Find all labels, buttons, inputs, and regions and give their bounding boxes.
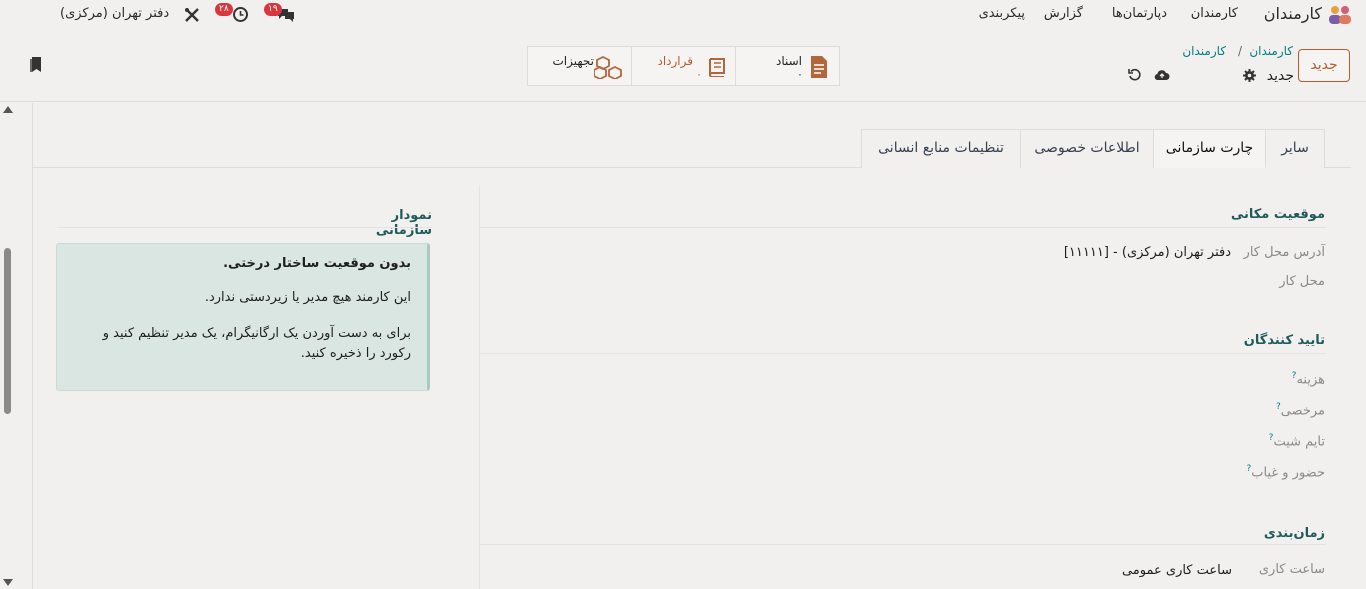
scrollbar-thumb[interactable] bbox=[4, 248, 11, 414]
documents-label: اسناد bbox=[775, 54, 802, 68]
working-hours-label: ساعت کاری bbox=[1258, 562, 1325, 577]
scrollbar[interactable] bbox=[0, 103, 16, 589]
attendance-approver-label: حضور و غیاب? bbox=[1246, 464, 1325, 480]
breadcrumb-separator: / bbox=[1237, 44, 1242, 58]
chat-badge: ۱۹ bbox=[264, 3, 282, 16]
documents-smart-button[interactable]: اسناد ۰ bbox=[735, 46, 840, 86]
menu-departments[interactable]: دپارتمان‌ها bbox=[1112, 6, 1167, 21]
location-section-title: موقعیت مکانی bbox=[1230, 207, 1325, 222]
alert-line-2: برای به دست آوردن یک ارگانیگرام، یک مدیر… bbox=[102, 326, 411, 361]
column-divider bbox=[479, 185, 480, 589]
org-chart-separator bbox=[57, 227, 432, 228]
contract-smart-button[interactable]: قرارداد ۰ bbox=[631, 46, 736, 86]
contract-count: ۰ bbox=[696, 68, 702, 81]
top-navbar: کارمندان کارمندان دپارتمان‌ها گزارش پیکر… bbox=[0, 0, 1366, 30]
activity-badge: ۲۸ bbox=[215, 3, 233, 16]
tools-icon[interactable] bbox=[184, 7, 200, 27]
new-button[interactable]: جدید bbox=[1298, 49, 1350, 82]
org-chart-alert: بدون موقعیت ساختار درختی. این کارمند هیچ… bbox=[56, 243, 430, 391]
scroll-down-icon[interactable] bbox=[3, 579, 13, 586]
cloud-upload-icon[interactable] bbox=[1154, 68, 1170, 85]
work-location-label: محل کار bbox=[1279, 274, 1325, 289]
approvers-section-title: تایید کنندگان bbox=[1243, 333, 1325, 348]
tab-other[interactable]: سایر bbox=[1265, 129, 1325, 168]
working-hours-value[interactable]: ساعت کاری عمومی bbox=[1122, 563, 1232, 578]
schedule-section-title: زمان‌بندی bbox=[1263, 526, 1325, 541]
timesheet-approver-label: تایم شیت? bbox=[1269, 433, 1325, 449]
scroll-up-icon[interactable] bbox=[3, 106, 13, 113]
gear-icon[interactable] bbox=[1243, 69, 1256, 86]
record-name: جدید bbox=[1266, 68, 1294, 84]
expense-label-text: هزینه bbox=[1296, 372, 1325, 388]
alert-title: بدون موقعیت ساختار درختی. bbox=[223, 256, 411, 271]
attendance-label-text: حضور و غیاب bbox=[1251, 465, 1325, 481]
org-chart-title: نمودار سازمانی bbox=[375, 208, 432, 238]
timeoff-approver-label: مرخصی? bbox=[1276, 402, 1325, 418]
tab-hr-settings[interactable]: تنظیمات منابع انسانی bbox=[861, 129, 1021, 168]
location-separator bbox=[480, 227, 1326, 228]
menu-employees[interactable]: کارمندان bbox=[1191, 6, 1238, 21]
control-panel: جدید کارمندان / کارمندان جدید اسناد ۰ قر… bbox=[0, 30, 1366, 102]
expense-approver-label: هزینه? bbox=[1292, 371, 1325, 387]
timesheet-label-text: تایم شیت bbox=[1273, 434, 1325, 450]
breadcrumb-current[interactable]: کارمندان bbox=[1182, 44, 1226, 58]
discard-icon[interactable] bbox=[1128, 68, 1141, 85]
breadcrumb-parent[interactable]: کارمندان bbox=[1249, 44, 1293, 58]
document-icon bbox=[809, 55, 829, 83]
equipment-smart-button[interactable]: تجهیزات bbox=[527, 46, 632, 86]
company-switcher[interactable]: دفتر تهران (مرکزی) bbox=[60, 6, 169, 21]
work-address-label: آدرس محل کار bbox=[1243, 245, 1325, 260]
schedule-separator bbox=[480, 544, 1326, 545]
menu-configuration[interactable]: پیکربندی bbox=[979, 6, 1025, 21]
equipment-label: تجهیزات bbox=[552, 54, 595, 68]
boxes-icon bbox=[593, 55, 624, 83]
work-address-value[interactable]: دفتر تهران (مرکزی) - [۱۱۱۱۱] bbox=[1064, 245, 1231, 260]
app-logo-icon[interactable] bbox=[1327, 4, 1353, 26]
book-icon bbox=[706, 57, 728, 81]
documents-count: ۰ bbox=[797, 68, 803, 81]
tab-private-info[interactable]: اطلاعات خصوصی bbox=[1020, 129, 1154, 168]
contract-label: قرارداد bbox=[657, 54, 693, 68]
alert-line-1: این کارمند هیچ مدیر یا زیردستی ندارد. bbox=[204, 290, 411, 305]
app-name[interactable]: کارمندان bbox=[1264, 4, 1322, 23]
bookmark-icon[interactable] bbox=[30, 56, 42, 77]
activity-clock-icon[interactable] bbox=[232, 6, 249, 27]
timeoff-label-text: مرخصی bbox=[1280, 403, 1325, 419]
menu-reporting[interactable]: گزارش bbox=[1044, 6, 1083, 21]
tab-org-chart[interactable]: چارت سازمانی bbox=[1153, 129, 1266, 168]
approvers-separator bbox=[480, 353, 1326, 354]
